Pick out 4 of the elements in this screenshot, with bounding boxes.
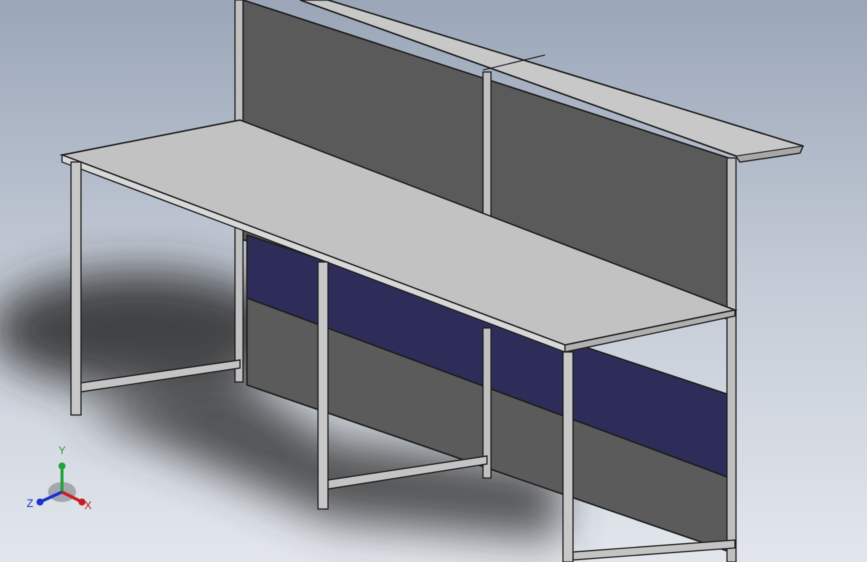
axis-label: Y	[58, 444, 66, 457]
axis-triad-drawing	[36, 462, 86, 506]
axis-label: X	[84, 500, 92, 512]
axis-label: Z	[26, 498, 34, 510]
